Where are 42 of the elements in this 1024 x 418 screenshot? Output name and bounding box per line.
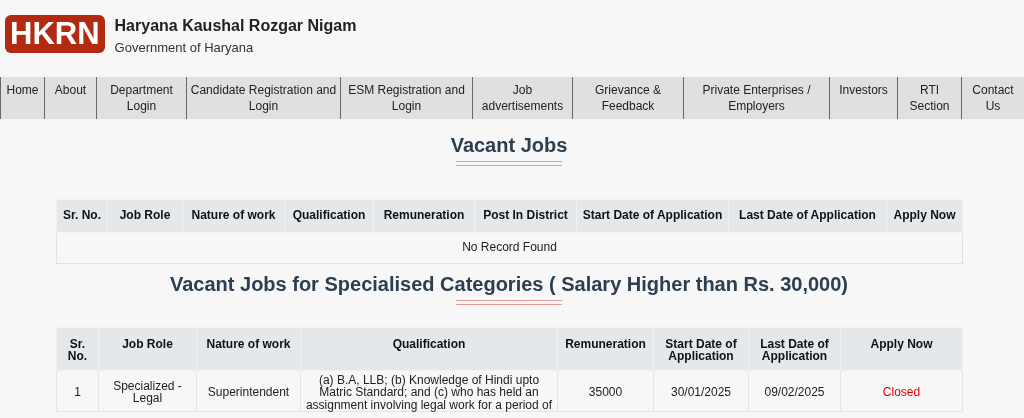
section-title: Vacant Jobs <box>449 133 569 157</box>
table-cell: 30/01/2025 <box>653 370 749 412</box>
site-title: Haryana Kaushal Rozgar Nigam <box>114 17 357 35</box>
table-cell: 1 <box>56 370 99 412</box>
column-header: Nature of work <box>182 199 285 233</box>
table-cell: (a) B.A, LLB; (b) Knowledge of Hindi upto Matric Standard; and (c) who has held an assignment involving legal work for a period of <box>300 370 558 412</box>
nav-link[interactable]: Investors <box>829 77 897 119</box>
nav-link[interactable]: About <box>44 77 96 119</box>
column-header: Apply Now <box>886 199 963 233</box>
empty-message: No Record Found <box>56 232 963 263</box>
nav-link[interactable]: Home <box>0 77 44 119</box>
nav-link[interactable]: RTI Section <box>897 77 961 119</box>
table-cell: 09/02/2025 <box>748 370 841 412</box>
section-title: Vacant Jobs for Specialised Categories ( Salary Higher than Rs. 30,000) <box>168 271 849 296</box>
column-header: Last Date of Application <box>748 327 841 370</box>
column-header: Start Date of Application <box>576 199 729 233</box>
table-cell: 35000 <box>557 370 654 412</box>
nav-link[interactable]: Department Login <box>96 77 186 119</box>
column-header: Start Date of Application <box>653 327 749 370</box>
column-header: Sr. No. <box>56 199 108 233</box>
column-header: Sr. No. <box>56 327 99 370</box>
column-header: Remuneration <box>557 327 654 370</box>
column-header: Apply Now <box>840 327 963 370</box>
column-header: Qualification <box>300 327 558 370</box>
column-header: Job Role <box>98 327 197 370</box>
column-header: Last Date of Application <box>728 199 887 233</box>
table-cell: Specialized - Legal <box>98 370 197 412</box>
column-header: Qualification <box>284 199 374 233</box>
column-header: Job Role <box>107 199 183 233</box>
apply-status: Closed <box>840 370 963 412</box>
column-header: Post In District <box>474 199 577 233</box>
nav-link[interactable]: Candidate Registration and Login <box>186 77 340 119</box>
nav-link[interactable]: Private Enterprises / Employers <box>683 77 829 119</box>
nav-link[interactable]: Contact Us <box>961 77 1024 119</box>
nav-link[interactable]: Grievance & Feedback <box>572 77 683 119</box>
logo[interactable]: HKRN <box>5 15 105 53</box>
nav-link[interactable]: Job advertisements <box>472 77 572 119</box>
column-header: Remuneration <box>373 199 475 233</box>
site-subtitle: Government of Haryana <box>114 40 255 55</box>
table-cell: Superintendent <box>196 370 301 412</box>
column-header: Nature of work <box>196 327 301 370</box>
nav-link[interactable]: ESM Registration and Login <box>340 77 472 119</box>
